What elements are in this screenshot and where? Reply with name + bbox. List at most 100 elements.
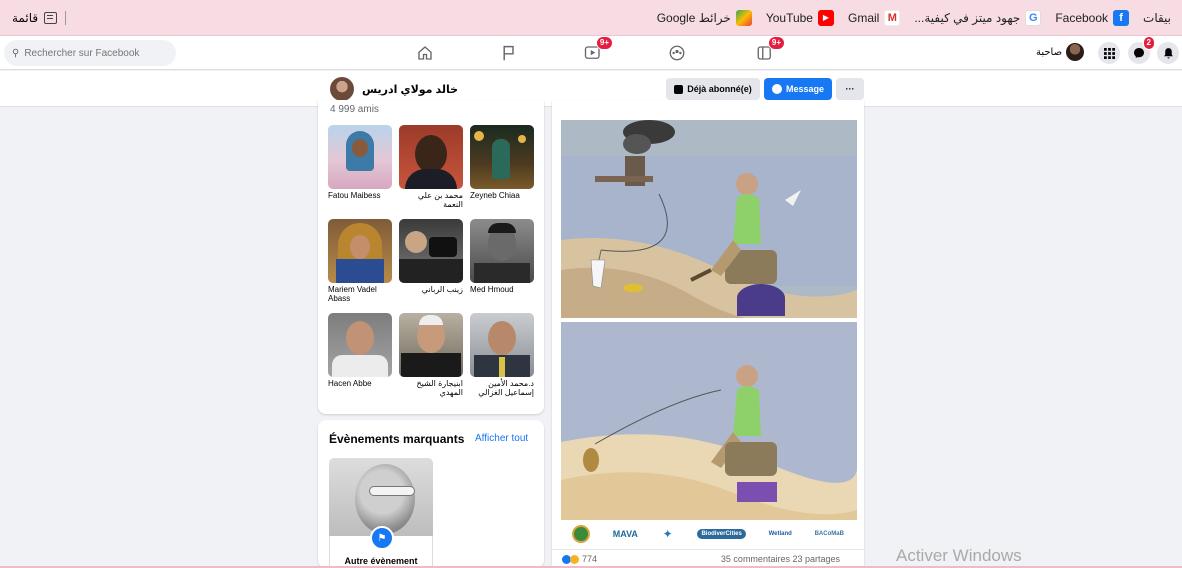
messenger-badge: 2: [1142, 36, 1155, 50]
friend-name: محمد بن علي النعمة: [417, 191, 463, 209]
reading-list-label: قائمة: [12, 10, 39, 25]
messenger-small-icon: [772, 84, 782, 94]
friend-item[interactable]: ابنيجارة الشيخ المهدي: [399, 313, 463, 407]
subscribed-button[interactable]: Déjà abonné(e): [666, 78, 760, 100]
subscribed-icon: [674, 84, 684, 94]
profile-name: خالد مولاي ادريس: [362, 83, 459, 96]
reading-list[interactable]: قائمة: [4, 10, 67, 25]
bookmarks-bar: بيقات f Facebook G جهود ميتز في كيفية...…: [0, 0, 1182, 36]
windows-activation-watermark: Activer Windows: [896, 546, 1022, 565]
friend-item[interactable]: Mariem Vadel Abass: [328, 219, 392, 313]
comments-shares-count[interactable]: 35 commentaires 23 partages: [721, 554, 840, 564]
friend-photo: [328, 125, 392, 189]
bookmark-google-label: جهود ميتز في كيفية...: [914, 10, 1021, 25]
bookmark-facebook[interactable]: f Facebook: [1048, 9, 1136, 26]
friend-item[interactable]: محمد بن علي النعمة: [399, 125, 463, 219]
home-icon[interactable]: [412, 41, 438, 65]
logo-mava: MAVA: [612, 529, 638, 539]
maps-icon: [735, 9, 752, 26]
watch-icon[interactable]: 9+: [580, 36, 613, 65]
bookmark-maps[interactable]: خرائط Google: [650, 9, 759, 26]
events-title: Évènements marquants: [329, 432, 465, 446]
search-icon: ⚲: [12, 47, 20, 59]
bookmark-apps[interactable]: بيقات: [1136, 11, 1178, 25]
reactions-summary[interactable]: 774: [562, 554, 597, 564]
friend-photo: [399, 125, 463, 189]
friend-photo: [328, 313, 392, 377]
bookmark-apps-label: بيقات: [1143, 10, 1171, 25]
facebook-icon: f: [1113, 9, 1130, 26]
partner-logos: MAVA ✦ BiodiverCities Wetland BACoMaB: [572, 520, 844, 548]
facebook-top-nav: ⚲ 9+ 9+ صاحبة 2: [0, 36, 1182, 70]
friend-name: زينب الرباني: [421, 285, 463, 294]
bookmark-google-search[interactable]: G جهود ميتز في كيفية...: [907, 9, 1048, 26]
friend-photo: [470, 313, 534, 377]
bookmark-youtube-label: YouTube: [765, 10, 813, 25]
friend-name: Mariem Vadel Abass: [328, 285, 377, 303]
youtube-icon: ▶: [817, 9, 834, 26]
watch-badge: 9+: [595, 36, 613, 50]
event-label[interactable]: Autre évènement: [329, 556, 433, 566]
post-card: MAVA ✦ BiodiverCities Wetland BACoMaB 77…: [552, 100, 864, 568]
message-button[interactable]: Message: [764, 78, 832, 100]
messenger-icon[interactable]: 2: [1128, 36, 1155, 64]
bookmark-maps-label: خرائط Google: [656, 10, 731, 25]
logo-seal-icon: [572, 525, 590, 543]
logo-biodivercities: BiodiverCities: [697, 529, 746, 539]
menu-grid-icon[interactable]: [1098, 42, 1120, 64]
events-card: Évènements marquants Afficher tout ⚑ Aut…: [318, 420, 544, 568]
search-box[interactable]: ⚲: [4, 40, 176, 66]
bookmark-gmail-label: Gmail: [847, 10, 880, 25]
events-see-all-link[interactable]: Afficher tout: [475, 433, 528, 444]
more-options-button[interactable]: ···: [836, 78, 864, 100]
groups-badge: 9+: [767, 36, 785, 50]
google-icon: G: [1025, 9, 1042, 26]
bookmark-gmail[interactable]: M Gmail: [841, 9, 907, 26]
friend-item[interactable]: Fatou Maibess: [328, 125, 392, 219]
profile-avatar-small: [330, 77, 354, 101]
friend-photo: [328, 219, 392, 283]
profile-name-block[interactable]: خالد مولاي ادريس: [330, 77, 458, 101]
reaction-count: 774: [582, 554, 598, 564]
more-options-icon: ···: [845, 84, 855, 94]
friends-card: 4 999 amis Fatou Maibess محمد بن علي الن…: [318, 100, 544, 414]
groups-icon[interactable]: [664, 41, 690, 65]
friend-name: ابنيجارة الشيخ المهدي: [416, 379, 463, 397]
post-cartoon-image[interactable]: [561, 120, 857, 520]
profile-avatar: [1066, 43, 1085, 61]
friend-item[interactable]: Zeyneb Chiaa: [470, 125, 534, 219]
reading-list-icon: [44, 11, 58, 24]
message-label: Message: [785, 84, 824, 94]
haha-icon: [570, 554, 579, 564]
subscribed-label: Déjà abonné(e): [687, 84, 752, 94]
friend-item[interactable]: Hacen Abbe: [328, 313, 392, 407]
bookmark-facebook-label: Facebook: [1055, 10, 1109, 25]
flag-icon[interactable]: [496, 41, 522, 65]
friend-name: Fatou Maibess: [328, 191, 381, 200]
gmail-icon: M: [884, 9, 901, 26]
profile-shortcut[interactable]: صاحبة: [1036, 43, 1085, 61]
friend-item[interactable]: Med Hmoud: [470, 219, 534, 313]
friend-photo: [470, 219, 534, 283]
friend-item[interactable]: د.محمد الأمين إسماعيل الغزالي: [470, 313, 534, 407]
friend-count: 4 999 amis: [330, 104, 379, 115]
friend-item[interactable]: زينب الرباني: [399, 219, 463, 313]
friend-photo: [399, 219, 463, 283]
profile-shortcut-label: صاحبة: [1036, 46, 1063, 58]
friends-grid: Fatou Maibess محمد بن علي النعمة Zeyneb …: [328, 125, 534, 407]
logo-bacomab: BACoMaB: [814, 531, 844, 537]
friend-photo: [399, 313, 463, 377]
flag-event-icon: ⚑: [370, 526, 394, 550]
friend-name: Zeyneb Chiaa: [470, 191, 520, 200]
gaming-icon[interactable]: 9+: [752, 36, 785, 65]
friend-name: د.محمد الأمين إسماعيل الغزالي: [478, 379, 534, 397]
search-input[interactable]: [24, 47, 165, 59]
logo-bird-icon: ✦: [662, 527, 673, 541]
friend-photo: [470, 125, 534, 189]
notifications-bell-icon[interactable]: [1157, 42, 1179, 64]
event-photo[interactable]: [329, 458, 433, 536]
logo-wetland: Wetland: [768, 531, 792, 537]
friend-name: Med Hmoud: [470, 285, 514, 294]
bookmark-youtube[interactable]: ▶ YouTube: [759, 9, 841, 26]
friend-name: Hacen Abbe: [328, 379, 372, 388]
